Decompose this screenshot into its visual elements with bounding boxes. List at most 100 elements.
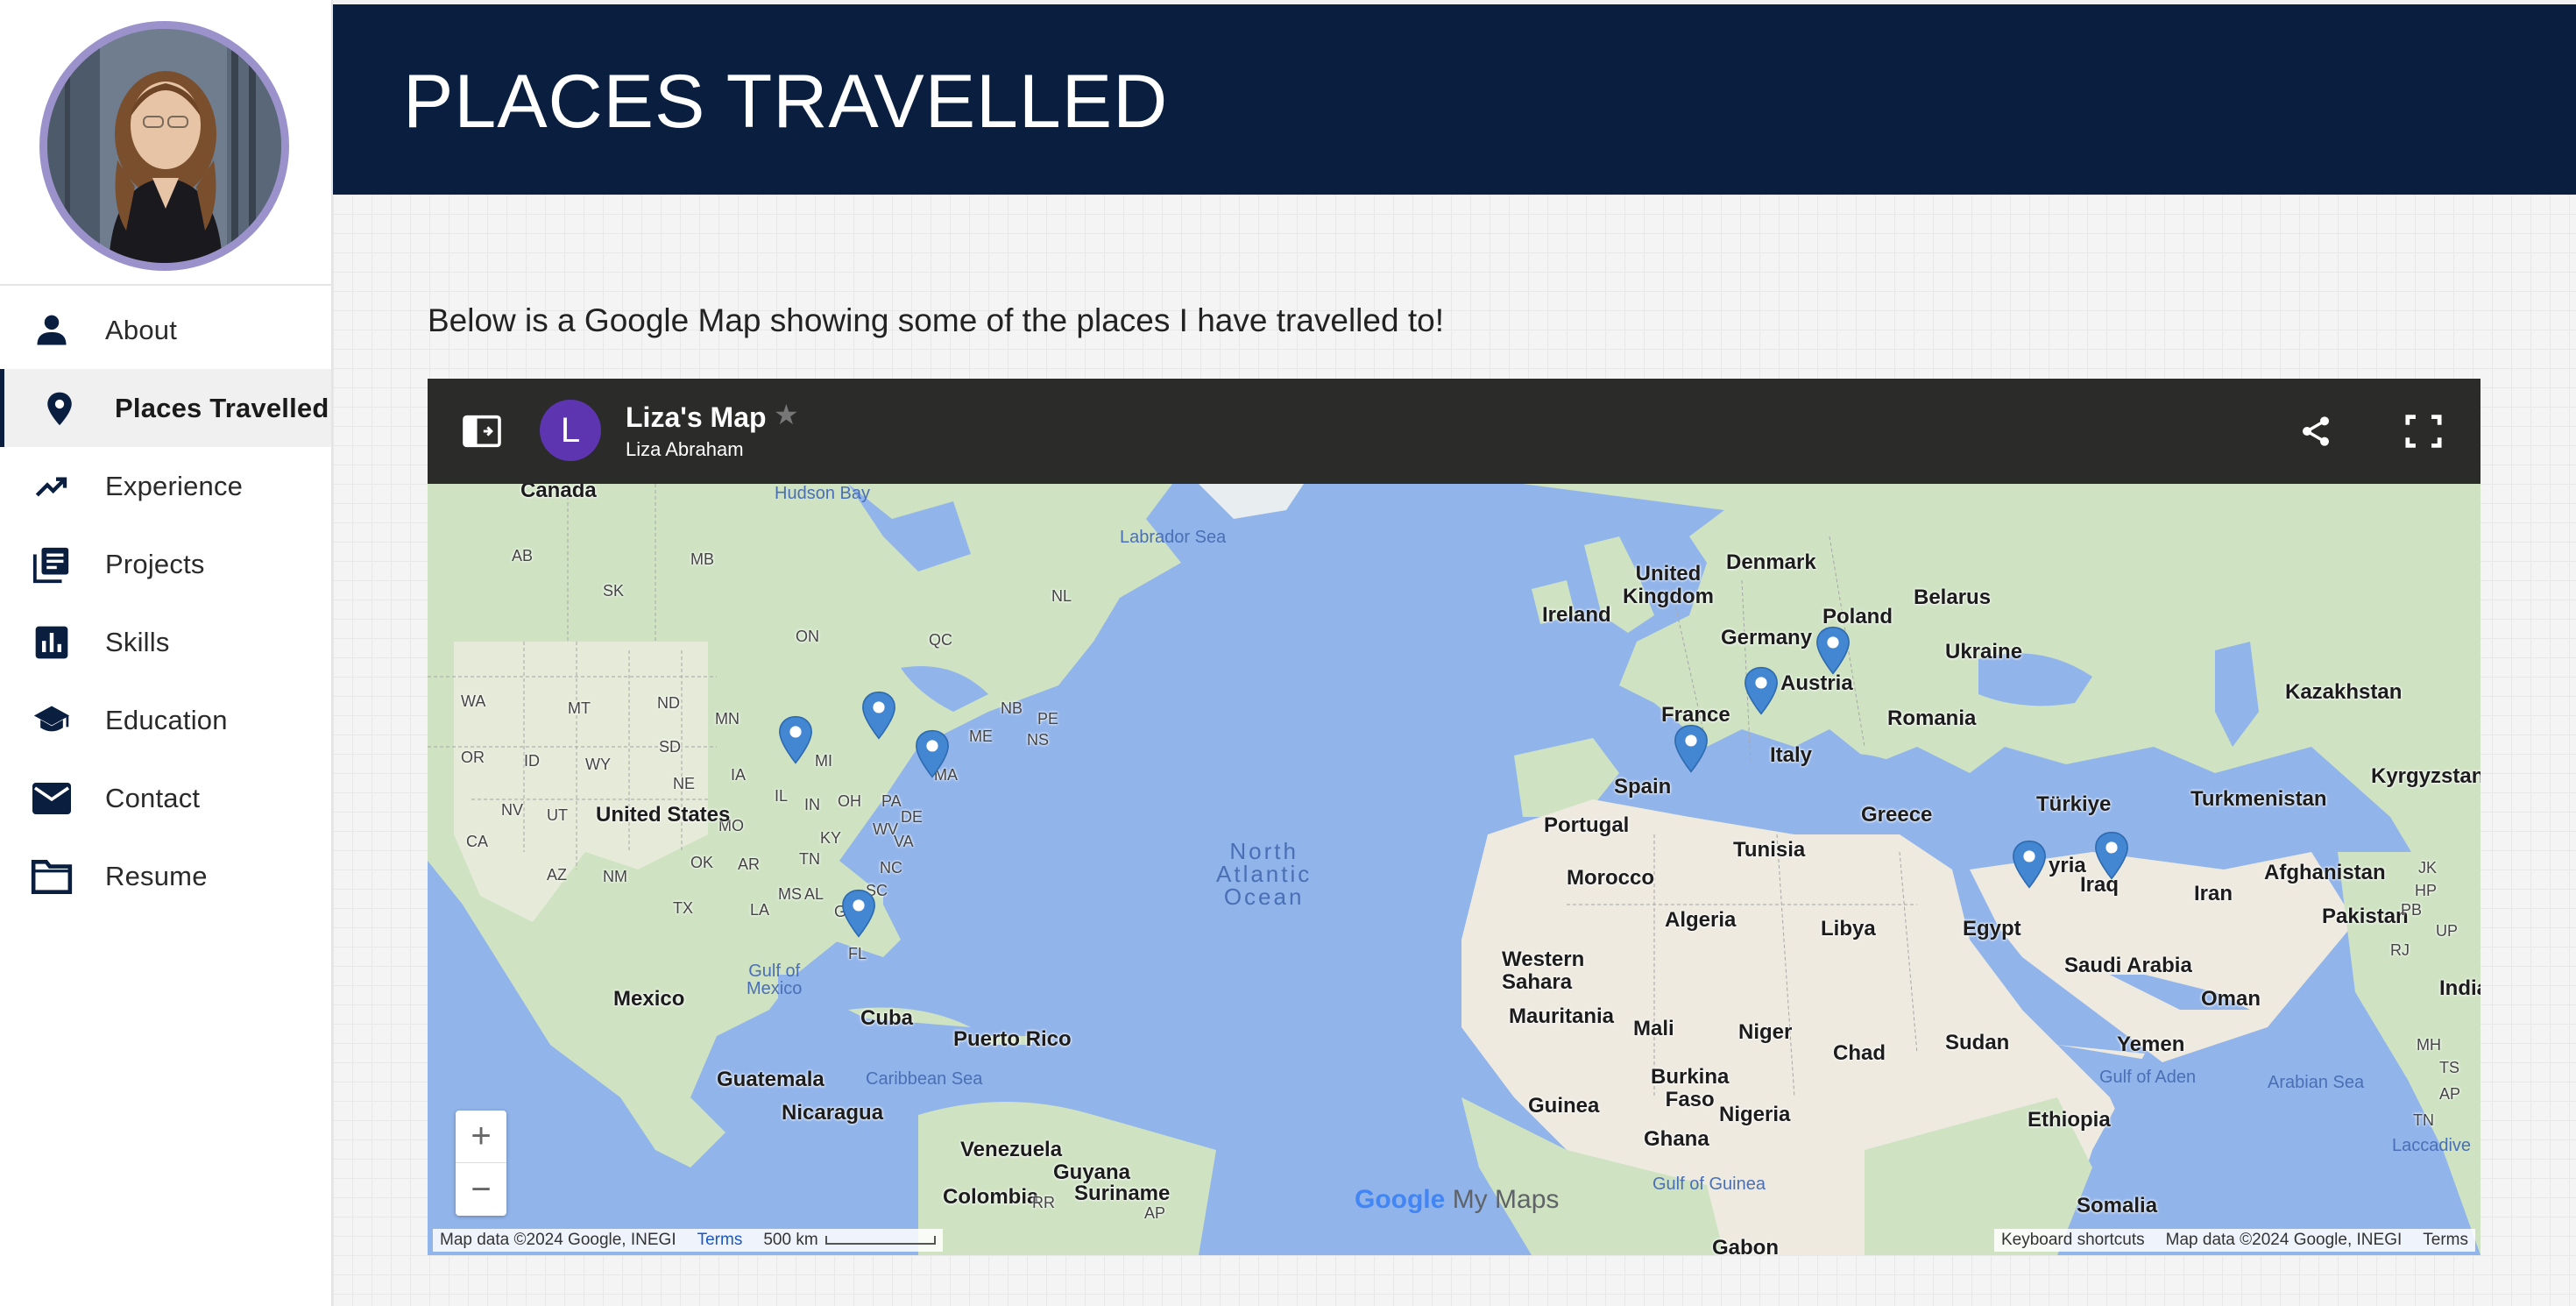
map-pin-icon[interactable]: [2094, 831, 2129, 880]
map-label: ON: [796, 628, 819, 645]
map-pin-icon[interactable]: [1815, 626, 1851, 675]
map-pin-icon[interactable]: [1674, 724, 1709, 773]
fullscreen-icon[interactable]: [2404, 414, 2443, 449]
map-label: OK: [690, 854, 714, 871]
person-icon: [30, 309, 74, 352]
map-label: Tunisia: [1733, 838, 1806, 862]
map-label: PA: [881, 792, 902, 810]
avatar: [39, 21, 289, 271]
map-label: North Atlantic Ocean: [1216, 838, 1313, 910]
map-label: Saudi Arabia: [2064, 954, 2192, 977]
zoom-in-button[interactable]: +: [456, 1111, 506, 1163]
map-footer-right: Keyboard shortcuts Map data ©2024 Google…: [1993, 1229, 2475, 1252]
map-label: AP: [2439, 1085, 2461, 1103]
zoom-controls: + −: [456, 1111, 506, 1216]
map-label: Niger: [1738, 1020, 1793, 1044]
map-pin-icon[interactable]: [861, 691, 896, 740]
map-label: Iran: [2194, 882, 2233, 905]
sidebar-item-places-travelled[interactable]: Places Travelled: [0, 369, 331, 447]
map-canvas[interactable]: Canada Hudson Bay Labrador Sea AB MB SK …: [428, 479, 2480, 1255]
map-label: IA: [731, 766, 747, 784]
terms-link[interactable]: Terms: [2423, 1231, 2468, 1250]
map-label: MT: [568, 699, 591, 717]
sidebar-item-label: Projects: [105, 548, 205, 579]
map-label: Algeria: [1665, 908, 1737, 932]
map-label: TS: [2439, 1059, 2460, 1076]
map-pin-icon[interactable]: [1744, 666, 1779, 715]
sidebar-item-about[interactable]: About: [0, 291, 331, 369]
zoom-out-button[interactable]: −: [456, 1163, 506, 1216]
map-label: HP: [2415, 882, 2438, 899]
map-label: FL: [848, 945, 867, 962]
map-label: AL: [804, 885, 824, 903]
map-label: Morocco: [1567, 866, 1655, 890]
map-label: OH: [838, 792, 861, 810]
map-label: Denmark: [1726, 550, 1816, 574]
map-pin-icon[interactable]: [778, 715, 813, 764]
map-label: KY: [820, 829, 842, 847]
map-label: PB: [2401, 901, 2423, 919]
map-label: Nigeria: [1719, 1103, 1791, 1126]
page-title: PLACES TRAVELLED: [403, 60, 1169, 144]
graduation-cap-icon: [30, 699, 74, 742]
map-pin-icon[interactable]: [915, 729, 950, 778]
scale-label: 500 km: [763, 1231, 818, 1249]
map-label: Suriname: [1074, 1182, 1171, 1205]
star-icon[interactable]: ★: [774, 398, 799, 431]
profile-section: [0, 0, 333, 286]
share-icon[interactable]: [2298, 414, 2333, 449]
sidebar-nav: About Places Travelled Experience Projec…: [0, 291, 331, 915]
map-pin-icon[interactable]: [841, 889, 876, 938]
map-label: India: [2439, 976, 2480, 1000]
map-label: PE: [1037, 710, 1059, 728]
keyboard-shortcuts-link[interactable]: Keyboard shortcuts: [2001, 1231, 2145, 1250]
sidebar-item-label: Contact: [105, 782, 201, 813]
map-label: Yemen: [2117, 1033, 2185, 1056]
map-data-attribution: Map data ©2024 Google, INEGI: [440, 1231, 676, 1249]
sidebar-item-experience[interactable]: Experience: [0, 447, 331, 525]
map-label: Türkiye: [2036, 792, 2112, 816]
sidebar-item-skills[interactable]: Skills: [0, 603, 331, 681]
terms-link[interactable]: Terms: [697, 1231, 743, 1250]
map-label: TN: [2413, 1111, 2434, 1129]
map-label: Turkmenistan: [2190, 787, 2327, 811]
map-label: Chad: [1833, 1041, 1886, 1065]
map-label: DE: [901, 808, 924, 826]
map-label: Ireland: [1542, 603, 1611, 627]
sidebar-item-resume[interactable]: Resume: [0, 837, 331, 915]
sidebar-item-label: Education: [105, 704, 228, 735]
map-label: NB: [1001, 699, 1023, 717]
map-label: Libya: [1821, 917, 1876, 940]
bar-chart-icon: [30, 621, 74, 664]
map-label: AZ: [547, 866, 568, 884]
map-label: Labrador Sea: [1120, 528, 1227, 547]
sidebar-item-projects[interactable]: Projects: [0, 525, 331, 603]
map-label: Hudson Bay: [775, 484, 870, 503]
sidebar-item-label: Places Travelled: [115, 392, 329, 423]
map-label: RR: [1032, 1194, 1055, 1211]
my-maps-logo-text: My Maps: [1452, 1185, 1560, 1214]
map-label: Mali: [1633, 1017, 1674, 1040]
sidebar-item-contact[interactable]: Contact: [0, 759, 331, 837]
map-label: Western Sahara: [1502, 948, 1585, 994]
map-pin-icon[interactable]: [2012, 840, 2047, 889]
map-label: Spain: [1614, 775, 1672, 799]
map-label: OR: [461, 749, 485, 766]
map-label: WY: [585, 756, 611, 773]
map-label: Ukraine: [1945, 640, 2023, 664]
map-label: AB: [512, 547, 534, 564]
map-label: NM: [603, 868, 627, 885]
google-map-embed[interactable]: L Liza's Map ★ Liza Abraham Canada Hudso…: [428, 379, 2480, 1255]
map-label: Afghanistan: [2264, 861, 2386, 884]
sidebar-item-label: Experience: [105, 470, 244, 501]
map-label: Sudan: [1945, 1031, 2010, 1054]
map-label: Caribbean Sea: [866, 1069, 983, 1089]
map-title[interactable]: Liza's Map: [626, 401, 767, 434]
map-label: ID: [524, 752, 540, 770]
sidebar-item-education[interactable]: Education: [0, 681, 331, 759]
map-label: JK: [2418, 859, 2438, 877]
map-label: TN: [799, 850, 820, 868]
map-label: ND: [657, 694, 680, 712]
legend-toggle-icon[interactable]: [463, 414, 501, 449]
map-owner-avatar: L: [540, 400, 601, 461]
